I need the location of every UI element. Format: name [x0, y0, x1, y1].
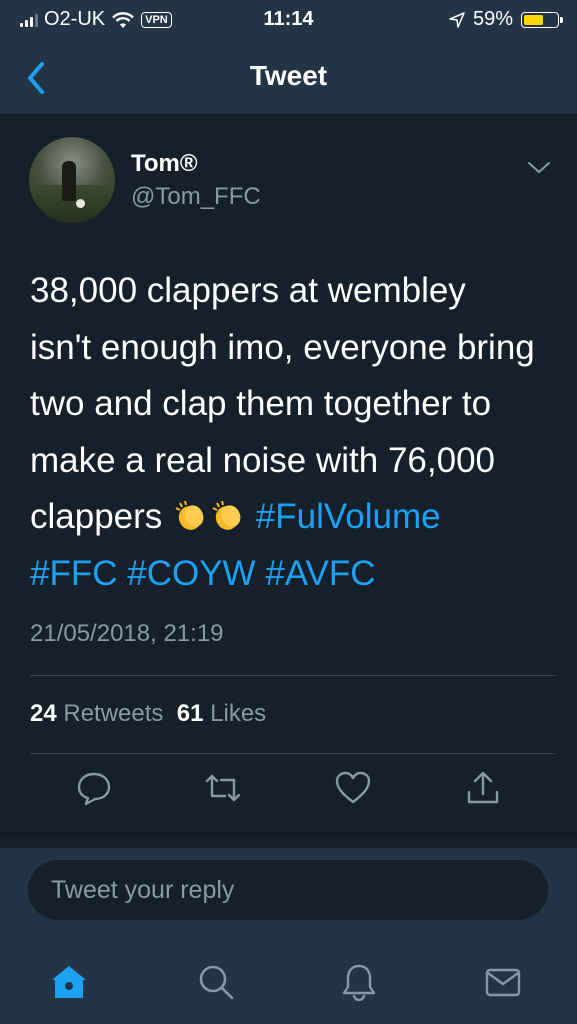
- likes-count: 61: [176, 700, 204, 727]
- nav-bar: Tweet: [0, 40, 577, 115]
- status-right: 59%: [449, 8, 563, 31]
- clapping-hands-emoji: [175, 500, 204, 530]
- notifications-icon[interactable]: [338, 961, 380, 1003]
- battery-percent: 59%: [472, 8, 513, 30]
- search-icon[interactable]: [195, 961, 237, 1003]
- home-icon[interactable]: [48, 961, 90, 1003]
- user-display-name[interactable]: Tom®: [131, 150, 198, 178]
- tweet-text-line: make a real noise with 76,000: [30, 440, 495, 480]
- hashtag-link[interactable]: #FulVolume: [256, 497, 441, 536]
- tweet-text-line: #FFC #COYW #AVFC: [30, 546, 560, 603]
- hashtag-link[interactable]: #COYW: [127, 554, 255, 593]
- messages-icon[interactable]: [482, 961, 524, 1003]
- tweet-stats: 24 Retweets 61 Likes: [30, 700, 266, 728]
- user-handle[interactable]: @Tom_FFC: [131, 183, 261, 211]
- retweet-icon[interactable]: [203, 768, 243, 808]
- reply-bar: Tweet your reply: [0, 848, 577, 936]
- divider: [30, 675, 555, 676]
- reply-input[interactable]: Tweet your reply: [28, 860, 548, 920]
- retweets-label: Retweets: [63, 700, 164, 727]
- avatar[interactable]: [29, 137, 115, 223]
- tweet-timestamp: 21/05/2018, 21:19: [30, 620, 224, 647]
- tweet-detail: Tom® @Tom_FFC 38,000 clappers at wembley…: [0, 115, 577, 834]
- share-icon[interactable]: [463, 768, 503, 808]
- location-arrow-icon: [449, 11, 465, 28]
- status-bar: O2-UK VPN 11:14 59%: [0, 0, 577, 40]
- battery-icon: [521, 11, 563, 28]
- tweet-text-line: isn't enough imo, everyone bring: [30, 327, 535, 367]
- likes-stat[interactable]: 61 Likes: [177, 700, 266, 727]
- clapping-hands-emoji: [212, 500, 241, 530]
- tab-bar: [0, 936, 577, 1024]
- heart-icon[interactable]: [333, 768, 373, 808]
- tweet-text-line: two and clap them together to: [30, 384, 492, 423]
- tweet-text: 38,000 clappers at wembley isn't enough …: [30, 263, 560, 602]
- tweet-text-line: 38,000 clappers at wembley: [30, 271, 466, 310]
- retweets-stat[interactable]: 24 Retweets: [30, 700, 163, 727]
- divider: [30, 753, 555, 754]
- chevron-down-icon[interactable]: [527, 160, 551, 176]
- reply-icon[interactable]: [74, 768, 114, 808]
- hashtag-link[interactable]: #FFC: [30, 554, 118, 593]
- tweet-text-fragment: clappers: [30, 497, 163, 536]
- retweets-count: 24: [30, 700, 57, 727]
- tweet-text-line: clappers #FulVolume: [30, 489, 560, 546]
- hashtag-link[interactable]: #AVFC: [265, 554, 375, 593]
- battery-fill: [524, 14, 543, 25]
- likes-label: Likes: [210, 700, 267, 727]
- tweet-actions: [0, 768, 577, 818]
- page-title: Tweet: [249, 60, 328, 91]
